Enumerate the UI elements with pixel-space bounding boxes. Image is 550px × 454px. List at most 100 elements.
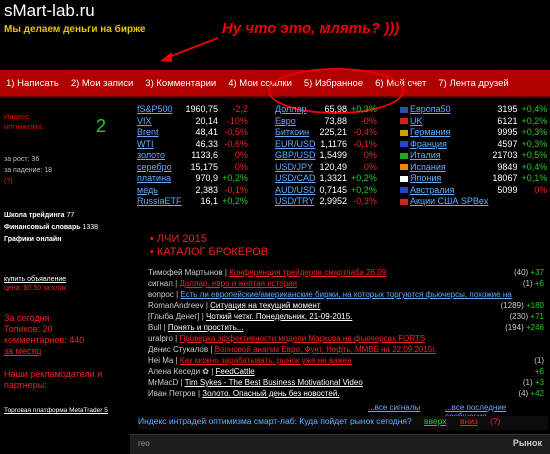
quote-name-link[interactable]: Европа50 bbox=[410, 104, 451, 114]
quote-change: +0,4% bbox=[521, 104, 548, 114]
quotes-currencies: Доллар 65,98 +0,3% Евро 73,88 -0% Биткоин 225,2… bbox=[273, 104, 379, 208]
feed-title-link[interactable]: FeedCattle bbox=[216, 367, 255, 376]
feed-author[interactable]: RomanAndreev bbox=[148, 301, 204, 310]
poll-up-button[interactable]: вверх bbox=[424, 416, 447, 426]
quote-name-link[interactable]: USD/TRY bbox=[275, 196, 314, 206]
buy-ad-link[interactable]: купить объявление bbox=[4, 274, 124, 285]
market-tab[interactable]: Рынок bbox=[513, 438, 542, 448]
today-title: За сегодня bbox=[4, 313, 50, 323]
quote-name-link[interactable]: Австралия bbox=[410, 185, 454, 195]
feed-title-link[interactable]: Есть ли европейские/американские биржи, … bbox=[180, 290, 511, 299]
quote-row: серебро 15,175 0% bbox=[135, 162, 250, 174]
quotes-indices: Европа50 3195 +0,4% UK 6121 +0,2% Германия 9995… bbox=[398, 104, 549, 208]
quote-value: 15,175 bbox=[190, 161, 219, 172]
poll-help-link[interactable]: (?) bbox=[490, 416, 500, 426]
country-flag-icon bbox=[400, 118, 408, 125]
feed-rating: +37 bbox=[530, 268, 544, 277]
quote-change: +0,2% bbox=[222, 196, 248, 206]
quote-value: 46,33 bbox=[195, 138, 219, 149]
quote-row: AUD/USD 0,7145 +0,2% bbox=[273, 185, 379, 197]
feed-title-link[interactable]: Волновой анализ Евро, Фунт, Нефть, ММВБ … bbox=[215, 345, 437, 354]
feed-title-link[interactable]: Чоткий четкг. Понедельник, 21-09-2015. bbox=[206, 312, 352, 321]
bottom-left-label: гео bbox=[138, 439, 150, 448]
advertisers-title: Наши рекламодатели и партнеры: bbox=[4, 369, 103, 390]
feed-comment-count: (1) bbox=[534, 356, 544, 365]
quote-name-link[interactable]: USD/CAD bbox=[275, 173, 316, 183]
quote-name-link[interactable]: серебро bbox=[137, 162, 172, 172]
feed-counts: (1) +3 bbox=[523, 377, 544, 388]
school-link[interactable]: Школа трейдинга bbox=[4, 212, 65, 219]
quote-name-link[interactable]: Испания bbox=[410, 162, 446, 172]
quote-change: -0,1% bbox=[353, 138, 377, 149]
dictionary-link[interactable]: Финансовый словарь bbox=[4, 224, 81, 231]
month-link[interactable]: за месяц bbox=[4, 346, 124, 357]
feed-title-link[interactable]: Конференция трейдеров смартлаба 26.09 bbox=[229, 268, 386, 277]
quote-name-link[interactable]: Биткоин bbox=[275, 127, 309, 137]
poll-down-button[interactable]: вниз bbox=[460, 416, 478, 426]
quote-change: -2,2 bbox=[232, 104, 248, 114]
feed-author[interactable]: вопрос bbox=[148, 290, 174, 299]
quote-name-link[interactable]: Япония bbox=[410, 173, 441, 183]
nav-friends-feed[interactable]: 7) Лента друзей bbox=[432, 78, 514, 89]
quote-name-link[interactable]: Brent bbox=[137, 127, 159, 137]
feed-author[interactable]: Hei Ma bbox=[148, 356, 173, 365]
feed-title-link[interactable]: Ситуация на текущий момент bbox=[210, 301, 320, 310]
charts-link[interactable]: Графики онлайн bbox=[4, 234, 124, 246]
quote-change: +0,1% bbox=[521, 173, 548, 183]
quote-name-link[interactable]: Италия bbox=[410, 150, 441, 160]
quote-change bbox=[519, 196, 549, 208]
feed-title-link[interactable]: Проверка эффективности модели Маркова на… bbox=[179, 334, 425, 343]
quote-name-link[interactable]: Акции США SPBex bbox=[410, 196, 488, 206]
quote-name-link[interactable]: медь bbox=[137, 185, 158, 195]
feed-title-link[interactable]: Доллар, евро и желтая история bbox=[179, 279, 297, 288]
quote-row: USD/TRY 2,9952 -0,3% bbox=[273, 196, 379, 208]
lchi-link[interactable]: ЛЧИ 2015 bbox=[157, 233, 207, 245]
quote-name-link[interactable]: fS&P500 bbox=[137, 104, 173, 114]
feed-author[interactable]: MrMacD bbox=[148, 378, 178, 387]
feed-title-link[interactable]: Золото. Опасный день без новостей. bbox=[202, 389, 339, 398]
site-title[interactable]: sMart-lab.ru bbox=[4, 1, 95, 21]
quote-name-link[interactable]: VIX bbox=[137, 116, 152, 126]
feed-author[interactable]: Тимофей Мартынов bbox=[148, 268, 223, 277]
feed-author[interactable]: Денис Стукалов bbox=[148, 345, 208, 354]
quote-name-link[interactable]: RussiaETF bbox=[137, 196, 182, 206]
feed-comment-count: (1) bbox=[522, 279, 535, 288]
feed-title-link[interactable]: Как можно зарабатывать, рынок уже не важ… bbox=[180, 356, 352, 365]
quote-name-link[interactable]: EUR/USD bbox=[275, 139, 316, 149]
feed-author[interactable]: [Глыба Денег] bbox=[148, 312, 199, 321]
quote-change: +0,2% bbox=[351, 173, 377, 183]
quote-name-link[interactable]: Доллар bbox=[275, 104, 307, 114]
quote-name-link[interactable]: WTI bbox=[137, 139, 154, 149]
brokers-catalog-link[interactable]: КАТАЛОГ БРОКЕРОВ bbox=[157, 246, 268, 258]
feed-title-link[interactable]: Tim Sykes - The Best Business Motivation… bbox=[185, 378, 363, 387]
feed-author[interactable]: Алена Кеседи ✿ bbox=[148, 367, 209, 376]
votes-fall: за падение: 18 bbox=[4, 167, 53, 174]
feed-author[interactable]: Иван Петров bbox=[148, 389, 196, 398]
feed-author[interactable]: Bull bbox=[148, 323, 161, 332]
quote-name-link[interactable]: Германия bbox=[410, 127, 450, 137]
quote-name-link[interactable]: USD/JPY bbox=[275, 162, 313, 172]
feed-title-link[interactable]: Понять и простить... bbox=[168, 323, 244, 332]
quote-name-link[interactable]: платина bbox=[137, 173, 171, 183]
metatrader-link[interactable]: Торговая платформа MetaTrader 5 bbox=[4, 405, 124, 416]
feed-footer: ...все сигналы ...все последние сообщени… bbox=[148, 403, 548, 421]
quote-name-link[interactable]: золото bbox=[137, 150, 165, 160]
feed-row: Hei Ma | Как можно зарабатывать, рынок у… bbox=[148, 355, 548, 366]
quote-name-link[interactable]: AUD/USD bbox=[275, 185, 316, 195]
school-count: 77 bbox=[66, 212, 75, 219]
quote-name-link[interactable]: UK bbox=[410, 116, 423, 126]
optimism-help-link[interactable]: (?) bbox=[4, 176, 124, 187]
feed-counts: (4) +42 bbox=[518, 388, 544, 399]
quote-value: 9995 bbox=[497, 127, 518, 137]
feed-rating: +6 bbox=[534, 367, 544, 376]
nav-comments[interactable]: 3) Комментарии bbox=[139, 78, 222, 89]
quote-name-link[interactable]: Евро bbox=[275, 116, 296, 126]
quote-row: RussiaETF 16,1 +0,2% bbox=[135, 196, 250, 208]
feed-author[interactable]: сигнал bbox=[148, 279, 173, 288]
nav-my-posts[interactable]: 2) Мои записи bbox=[65, 78, 139, 89]
quote-name-link[interactable]: Франция bbox=[410, 139, 447, 149]
quote-name-link[interactable]: GBP/USD bbox=[275, 150, 316, 160]
all-signals-link[interactable]: ...все сигналы bbox=[368, 403, 420, 412]
feed-author[interactable]: uralpro bbox=[148, 334, 173, 343]
nav-write[interactable]: 1) Написать bbox=[0, 78, 65, 89]
